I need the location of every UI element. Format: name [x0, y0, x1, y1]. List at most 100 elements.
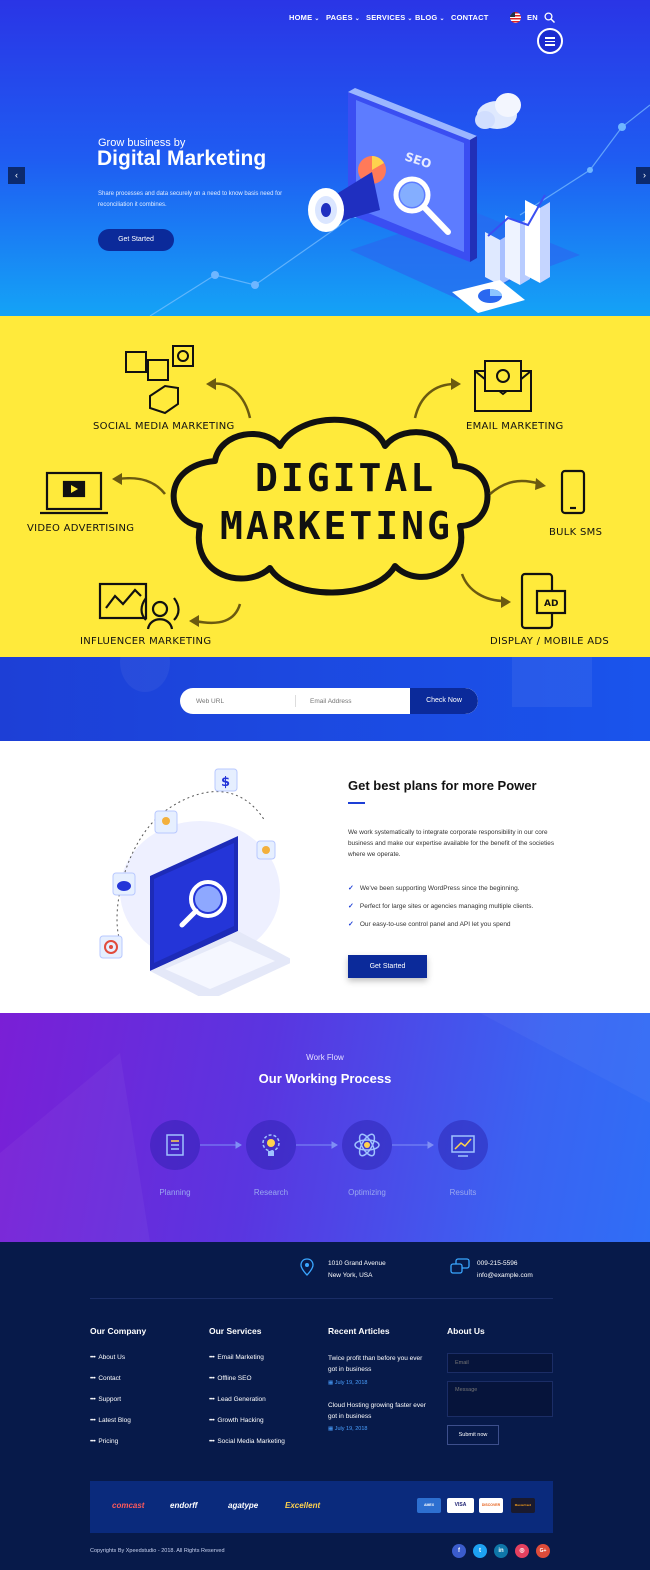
brand-logo-endorff: endorff [170, 1501, 198, 1510]
feature-item: ✓ Perfect for large sites or agencies man… [348, 903, 534, 910]
svg-text:$: $ [221, 775, 230, 790]
google-plus-icon[interactable]: G+ [536, 1544, 550, 1558]
laptop-seo-illustration: $ [99, 768, 290, 996]
footer-link[interactable]: ••• About Us [90, 1354, 125, 1361]
label-influencer-marketing: INFLUENCER MARKETING [80, 636, 212, 647]
process-subtitle: Work Flow [306, 1053, 344, 1062]
map-pin-icon [300, 1258, 314, 1276]
nav-contact[interactable]: CONTACT [451, 13, 489, 22]
bar-chart-illustration [485, 194, 550, 285]
digital-marketing-infographic: AD DIGITAL MARKETING SOCIAL MEDIA MARKET… [0, 316, 650, 657]
cloud-icon [475, 93, 521, 129]
footer-link[interactable]: ••• Latest Blog [90, 1417, 131, 1424]
mastercard-icon: MasterCard [511, 1498, 535, 1513]
label-bulk-sms: BULK SMS [549, 527, 603, 538]
hero-section: SEO HOME ⌄ PAGES ⌄ SERVICES ⌄ BLOG ⌄ CONTACT… [0, 0, 650, 316]
plans-get-started-button[interactable]: Get Started [348, 955, 427, 978]
plans-section: $ Get best plans for more Power We work … [0, 741, 650, 1013]
footer: 1010 Grand Avenue New York, USA 009-215-… [0, 1242, 650, 1570]
feature-item: ✓ Our easy-to-use control panel and API l… [348, 921, 511, 928]
amex-card-icon: AMEX [417, 1498, 441, 1513]
dollar-badge-icon: $ [214, 768, 238, 792]
phone-email: 009-215-5596 info@example.com [477, 1260, 533, 1279]
working-process-section: Work Flow Our Working Process Planning R… [0, 1013, 650, 1242]
slider-prev-arrow-icon[interactable]: ‹ [8, 167, 25, 184]
step-label-results: Results [449, 1188, 477, 1197]
footer-link[interactable]: ••• Growth Hacking [209, 1417, 264, 1424]
mobile-phone-icon [560, 469, 586, 515]
cloud-badge-icon [112, 872, 136, 896]
footer-link[interactable]: ••• Offline SEO [209, 1375, 252, 1382]
label-email-marketing: EMAIL MARKETING [466, 421, 564, 432]
calendar-icon: ▦ [328, 1426, 335, 1432]
discover-card-icon: DISCOVER [479, 1498, 503, 1513]
footer-about-title: About Us [447, 1326, 485, 1336]
checklist-icon [166, 1134, 184, 1156]
article-date: ▦ July 19, 2018 [328, 1426, 368, 1432]
footer-divider [90, 1298, 553, 1299]
target-badge-icon [99, 935, 123, 959]
footer-link[interactable]: ••• Support [90, 1396, 121, 1403]
slider-next-arrow-icon[interactable]: › [636, 167, 650, 184]
plans-description: We work systematically to integrate corp… [348, 829, 555, 858]
check-now-button[interactable]: Check Now [410, 688, 478, 714]
step-label-planning: Planning [159, 1188, 191, 1197]
lightbulb-badge-icon [154, 810, 178, 834]
footer-link[interactable]: ••• Contact [90, 1375, 121, 1382]
chart-icon [451, 1135, 475, 1157]
step-research [246, 1120, 296, 1170]
address: 1010 Grand Avenue New York, USA [328, 1260, 386, 1279]
footer-link[interactable]: ••• Email Marketing [209, 1354, 264, 1361]
footer-link[interactable]: ••• Lead Generation [209, 1396, 266, 1403]
nav-pages[interactable]: PAGES ⌄ [326, 13, 360, 22]
chevron-down-icon: ⌄ [354, 16, 360, 22]
article-title-link[interactable]: Cloud Hosting growing faster ever got in… [328, 1400, 428, 1422]
check-icon: ✓ [348, 885, 354, 892]
brand-logo-comcast: comcast [112, 1501, 145, 1510]
process-background-shapes [0, 1013, 650, 1242]
footer-submit-button[interactable]: Submit now [447, 1425, 499, 1445]
article-title-link[interactable]: Twice profit than before you ever got in… [328, 1353, 428, 1375]
facebook-icon[interactable]: f [452, 1544, 466, 1558]
check-icon: ✓ [348, 903, 354, 910]
us-flag-icon[interactable] [510, 12, 521, 23]
email-address-input[interactable] [310, 688, 408, 714]
check-form-section: Check Now [0, 657, 650, 741]
check-form: Check Now [180, 688, 478, 714]
hero-get-started-button[interactable]: Get Started [98, 229, 174, 251]
check-icon: ✓ [348, 921, 354, 928]
plans-title: Get best plans for more Power [348, 778, 537, 793]
footer-email-input[interactable] [447, 1353, 553, 1373]
hamburger-menu-icon[interactable] [537, 28, 563, 54]
hero-description: Share processes and data securely on a n… [98, 191, 283, 208]
web-url-input[interactable] [196, 688, 296, 714]
step-label-optimizing: Optimizing [348, 1188, 386, 1197]
footer-link[interactable]: ••• Pricing [90, 1438, 118, 1445]
lightbulb-gear-icon [262, 1134, 280, 1156]
language-selector[interactable]: EN [527, 13, 538, 22]
process-title: Our Working Process [258, 1071, 392, 1086]
instagram-icon[interactable]: ◎ [515, 1544, 529, 1558]
atom-icon [354, 1133, 380, 1157]
footer-articles-title: Recent Articles [328, 1326, 390, 1336]
step-results [438, 1120, 488, 1170]
step-optimizing [342, 1120, 392, 1170]
video-laptop-icon [40, 471, 108, 515]
infographic-title-line2: MARKETING [220, 504, 453, 548]
feature-item: ✓ We've been supporting WordPress since t… [348, 885, 520, 892]
chevron-down-icon: ⌄ [314, 16, 320, 22]
brand-logo-excellent: Excellent [285, 1501, 321, 1510]
nav-home[interactable]: HOME ⌄ [289, 13, 320, 22]
search-icon[interactable] [544, 12, 555, 23]
title-underline [348, 802, 365, 804]
twitter-icon[interactable]: t [473, 1544, 487, 1558]
phone-chat-icon [450, 1258, 470, 1274]
linkedin-icon[interactable]: in [494, 1544, 508, 1558]
nav-services[interactable]: SERVICES ⌄ [366, 13, 413, 22]
footer-link[interactable]: ••• Social Media Marketing [209, 1438, 285, 1445]
footer-message-input[interactable] [447, 1381, 553, 1417]
label-video-advertising: VIDEO ADVERTISING [27, 523, 135, 534]
footer-company-title: Our Company [90, 1326, 147, 1336]
nav-blog[interactable]: BLOG ⌄ [415, 13, 445, 22]
brand-logo-agatype: agatype [228, 1501, 259, 1510]
